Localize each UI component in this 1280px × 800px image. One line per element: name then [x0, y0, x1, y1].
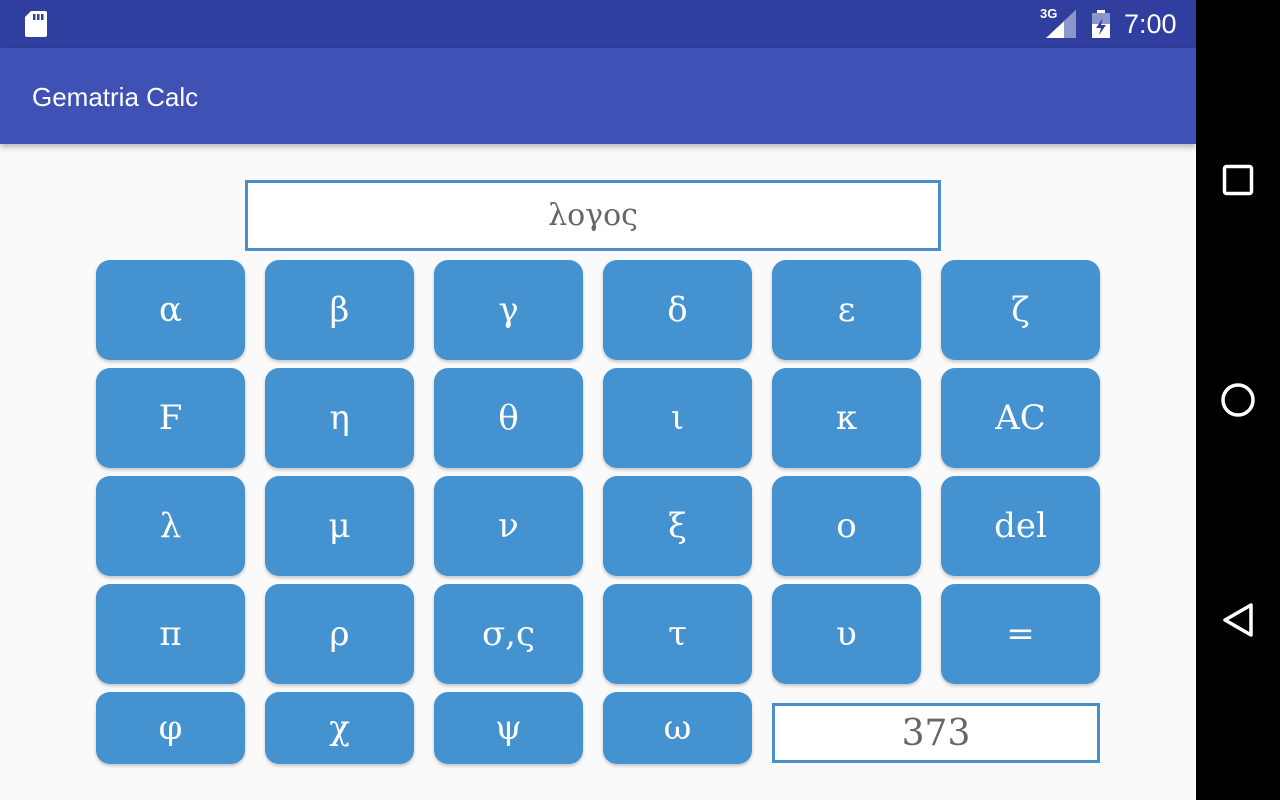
key-3-2[interactable]: σ,ς — [434, 584, 583, 684]
app-bar: Gematria Calc — [0, 48, 1196, 144]
key-0-3[interactable]: δ — [603, 260, 752, 360]
network-type-label: 3G — [1040, 6, 1058, 21]
key-2-3[interactable]: ξ — [603, 476, 752, 576]
home-icon — [1221, 383, 1255, 417]
key-2-5[interactable]: del — [941, 476, 1100, 576]
back-icon — [1223, 603, 1253, 637]
key-2-4[interactable]: ο — [772, 476, 921, 576]
result-display: 373 — [772, 703, 1100, 763]
key-0-0[interactable]: α — [96, 260, 245, 360]
key-2-0[interactable]: λ — [96, 476, 245, 576]
result-value: 373 — [901, 712, 971, 754]
key-2-1[interactable]: μ — [265, 476, 414, 576]
recents-icon — [1222, 164, 1254, 196]
recents-button[interactable] — [1216, 158, 1260, 202]
back-button[interactable] — [1216, 598, 1260, 642]
battery-charging-icon — [1092, 10, 1110, 38]
key-2-2[interactable]: ν — [434, 476, 583, 576]
key-1-0[interactable]: Ϝ — [96, 368, 245, 468]
key-3-5[interactable]: = — [941, 584, 1100, 684]
key-1-3[interactable]: ι — [603, 368, 752, 468]
navigation-bar — [1196, 0, 1280, 800]
word-input-value: λογος — [548, 198, 638, 233]
key-0-4[interactable]: ε — [772, 260, 921, 360]
key-4-1[interactable]: χ — [265, 692, 414, 764]
clock: 7:00 — [1124, 9, 1177, 39]
key-4-3[interactable]: ω — [603, 692, 752, 764]
key-4-0[interactable]: φ — [96, 692, 245, 764]
key-0-2[interactable]: γ — [434, 260, 583, 360]
sd-card-icon — [25, 11, 47, 37]
key-0-5[interactable]: ζ — [941, 260, 1100, 360]
key-3-4[interactable]: υ — [772, 584, 921, 684]
key-1-5[interactable]: AC — [941, 368, 1100, 468]
key-4-2[interactable]: ψ — [434, 692, 583, 764]
app-title: Gematria Calc — [32, 82, 199, 112]
key-3-3[interactable]: τ — [603, 584, 752, 684]
key-3-1[interactable]: ρ — [265, 584, 414, 684]
key-3-0[interactable]: π — [96, 584, 245, 684]
key-1-4[interactable]: κ — [772, 368, 921, 468]
status-bar: 3G 7:00 — [0, 0, 1196, 48]
key-0-1[interactable]: β — [265, 260, 414, 360]
home-button[interactable] — [1216, 378, 1260, 422]
word-input[interactable]: λογος — [245, 180, 941, 251]
key-1-1[interactable]: η — [265, 368, 414, 468]
key-1-2[interactable]: θ — [434, 368, 583, 468]
